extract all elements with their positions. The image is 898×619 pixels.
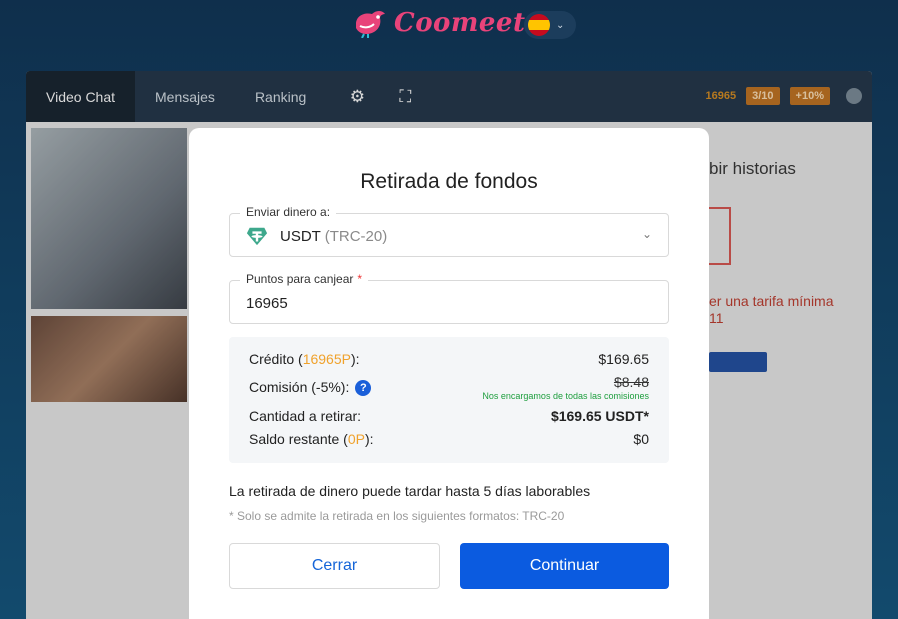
balance-points: 0P [347, 431, 365, 447]
balance-row: Saldo restante (0P): $0 [249, 431, 649, 447]
modal-title: Retirada de fondos [360, 170, 538, 193]
send-label: Enviar dinero a: [240, 205, 337, 219]
help-icon[interactable]: ? [355, 380, 372, 397]
balance-label: Saldo restante (0P): [249, 431, 374, 447]
commission-note: Nos encargamos de todas las comisiones [482, 391, 649, 401]
points-value[interactable]: 16965 [246, 295, 288, 312]
balance-value: $0 [633, 431, 649, 447]
logo-text: Coomeet [394, 8, 526, 38]
credit-label-pre: Crédito ( [249, 351, 303, 367]
commission-value: $8.48 [613, 374, 649, 390]
selected-currency: USDT (TRC-20) [246, 225, 387, 247]
commission-row: Comisión (-5%):? $8.48 Nos encargamos de… [249, 374, 649, 401]
tether-icon [246, 227, 268, 246]
commission-label-wrap: Comisión (-5%):? [249, 378, 372, 397]
commission-label: Comisión (-5%): [249, 378, 350, 395]
withdraw-row: Cantidad a retirar: $169.65 USDT* [249, 408, 649, 424]
format-note: * Solo se admite la retirada en los sigu… [229, 509, 565, 523]
chevron-down-icon: ⌄ [556, 19, 565, 31]
top-bar: Coomeet ⌄ [0, 0, 898, 50]
points-label-text: Puntos para canjear [246, 272, 354, 286]
currency-name: USDT [280, 227, 321, 245]
language-selector[interactable]: ⌄ [524, 11, 576, 39]
withdraw-modal: Retirada de fondos Enviar dinero a: USDT… [189, 128, 709, 619]
processing-time-text: La retirada de dinero puede tardar hasta… [229, 483, 591, 499]
bird-logo-icon [356, 11, 385, 38]
currency-network: (TRC-20) [324, 227, 388, 245]
credit-value: $169.65 [598, 351, 649, 367]
logo[interactable]: Coomeet [352, 8, 525, 38]
points-input[interactable]: Puntos para canjear * 16965 [229, 272, 669, 324]
withdraw-value: $169.65 USDT* [550, 408, 649, 424]
credit-label-post: ): [350, 351, 360, 367]
credit-label: Crédito (16965P): [249, 351, 360, 367]
withdraw-summary: Crédito (16965P): $169.65 Comisión (-5%)… [229, 337, 669, 463]
send-to-select[interactable]: Enviar dinero a: USDT (TRC-20) ⌄ [229, 205, 669, 257]
chevron-down-icon: ⌄ [641, 227, 652, 241]
credit-row: Crédito (16965P): $169.65 [249, 351, 649, 367]
balance-label-post: ): [364, 431, 374, 447]
points-label: Puntos para canjear * [240, 272, 369, 286]
continue-button[interactable]: Continuar [460, 543, 669, 589]
spain-flag-icon [528, 14, 550, 36]
commission-value-wrap: $8.48 Nos encargamos de todas las comisi… [482, 374, 649, 401]
balance-label-pre: Saldo restante ( [249, 431, 348, 447]
credit-points: 16965P [302, 351, 351, 367]
withdraw-label: Cantidad a retirar: [249, 408, 362, 424]
required-mark: * [357, 272, 363, 286]
close-button[interactable]: Cerrar [229, 543, 440, 589]
